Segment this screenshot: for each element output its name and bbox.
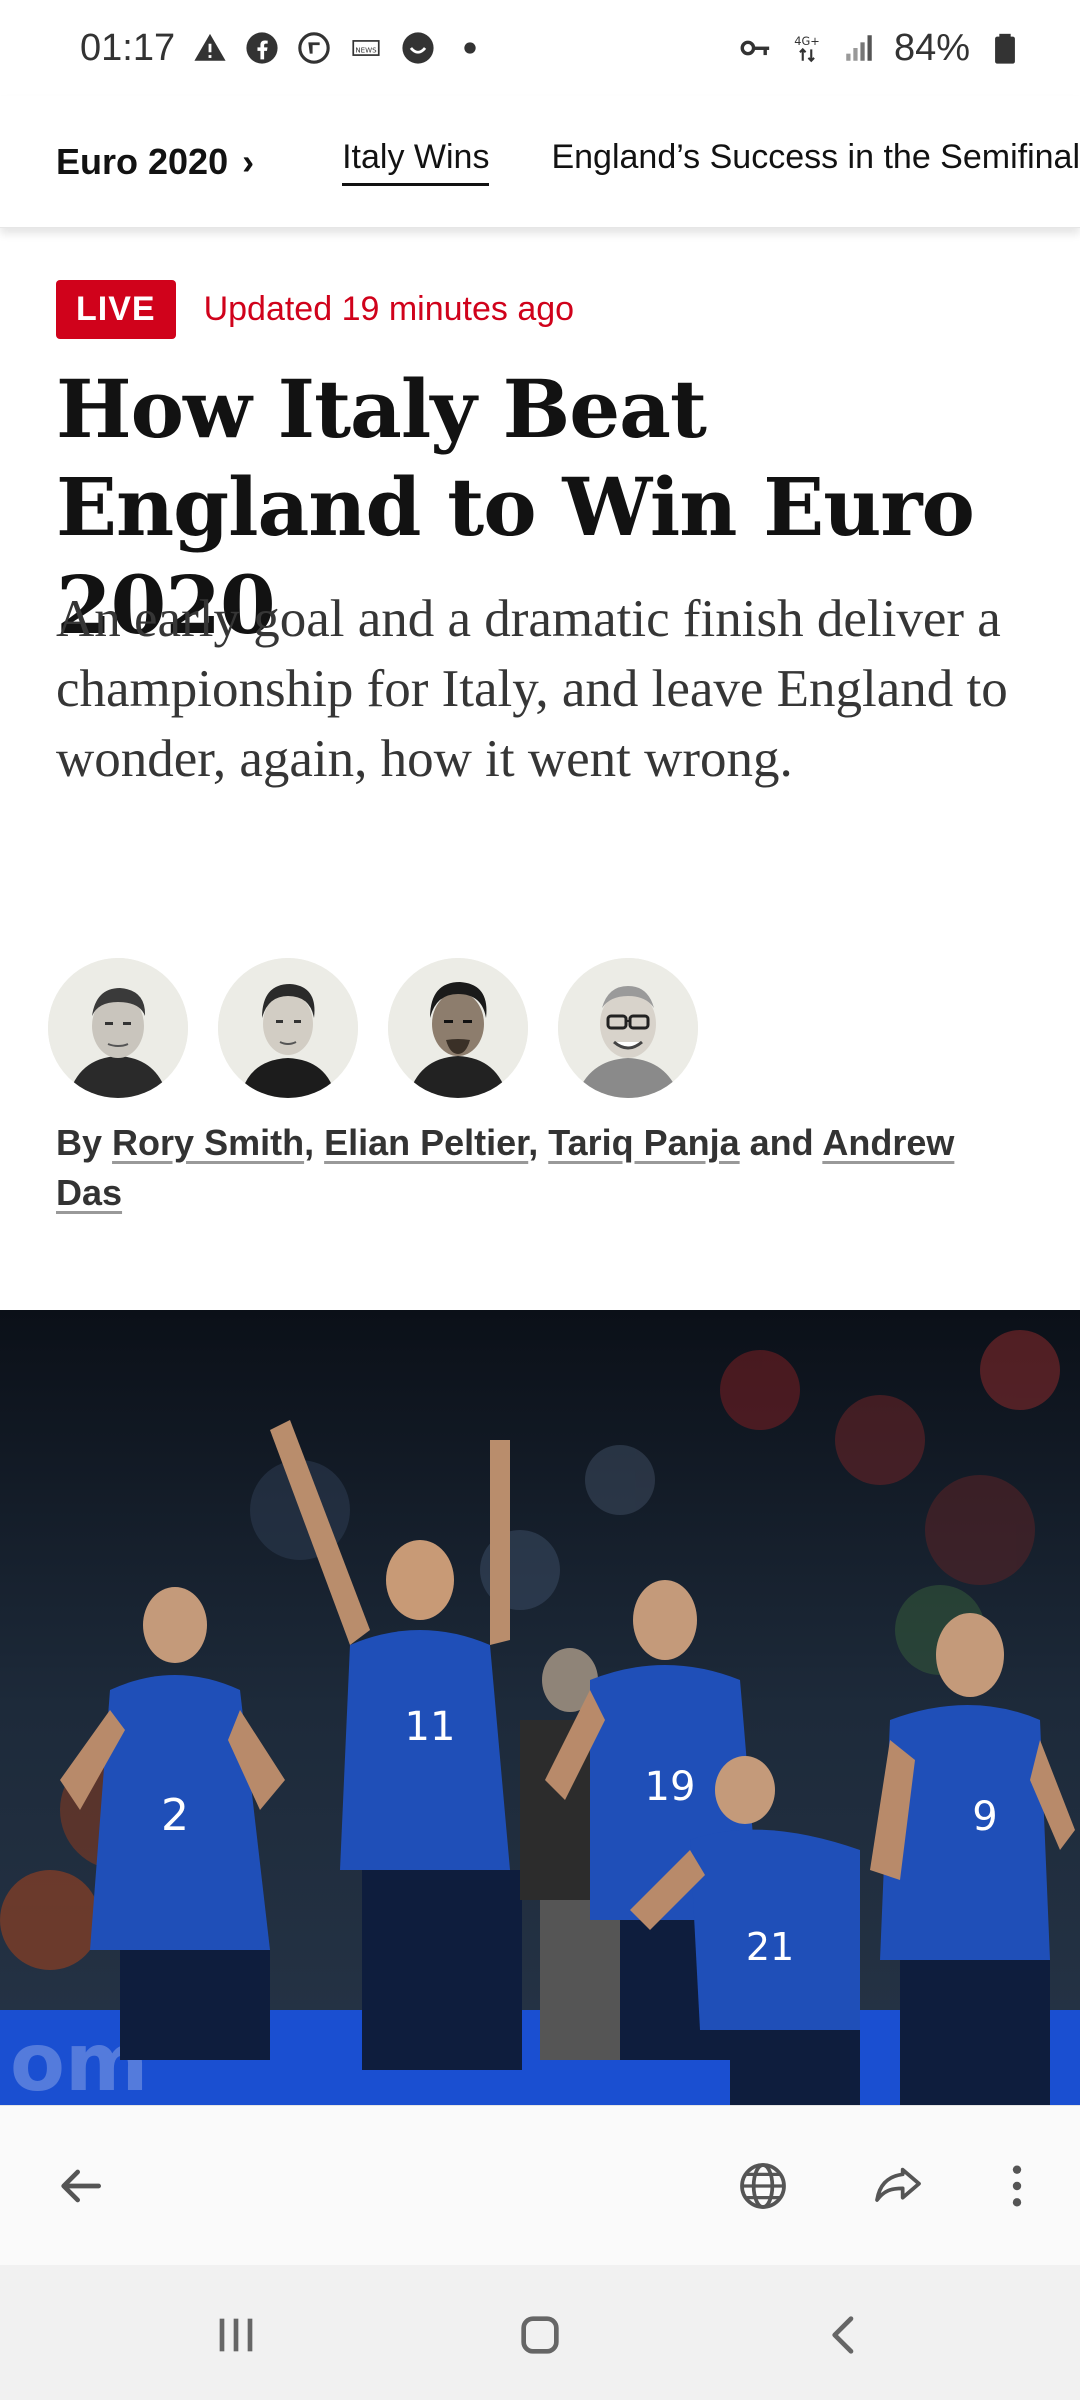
svg-text:11: 11 [405, 1704, 456, 1750]
network-type-icon: 4G+ [790, 31, 824, 65]
author-avatars [48, 958, 698, 1098]
back-icon[interactable] [814, 2305, 874, 2365]
chevron-right-icon: › [242, 140, 255, 182]
byline-separator: , [304, 1122, 315, 1163]
globe-icon[interactable] [733, 2156, 793, 2216]
back-arrow-icon[interactable] [50, 2156, 110, 2216]
avatar-rory-smith[interactable] [48, 958, 188, 1098]
status-left: 01:17 NEWS [80, 27, 487, 70]
svg-text:9: 9 [972, 1794, 997, 1840]
author-link-rory-smith[interactable]: Rory Smith [112, 1122, 304, 1163]
avatar-tariq-panja[interactable] [388, 958, 528, 1098]
svg-text:4G+: 4G+ [794, 34, 819, 48]
recent-apps-icon[interactable] [206, 2305, 266, 2365]
author-link-tariq-panja[interactable]: Tariq Panja [548, 1122, 739, 1163]
svg-text:21: 21 [746, 1925, 794, 1969]
byline-prefix: By [56, 1122, 103, 1163]
battery-percent: 84% [893, 26, 970, 69]
section-nav: Euro 2020 › Italy Wins England’s Success… [0, 96, 1080, 228]
updated-timestamp: Updated 19 minutes ago [203, 290, 575, 328]
hero-image[interactable]: om 2 11 19 21 9 [0, 1310, 1080, 2105]
dot-icon [453, 31, 487, 65]
byline-separator: , [528, 1122, 539, 1163]
live-row: LIVE Updated 19 minutes ago [56, 280, 574, 339]
live-badge: LIVE [56, 280, 176, 339]
share-icon[interactable] [868, 2156, 928, 2216]
news-icon: NEWS [349, 31, 383, 65]
tab-englands-success[interactable]: England’s Success in the Semifinal [551, 138, 1080, 185]
svg-text:2: 2 [161, 1790, 189, 1841]
author-link-elian-peltier[interactable]: Elian Peltier [324, 1122, 528, 1163]
byline: By Rory Smith, Elian Peltier, Tariq Panj… [56, 1118, 996, 1218]
status-bar: 01:17 NEWS 4G+ 84% [0, 0, 1080, 96]
facebook-icon [245, 31, 279, 65]
more-vert-icon[interactable] [987, 2156, 1047, 2216]
status-right: 4G+ 84% [738, 27, 1022, 70]
browser-toolbar [0, 2105, 1080, 2265]
warning-icon [193, 31, 227, 65]
status-time: 01:17 [80, 26, 176, 69]
svg-text:19: 19 [645, 1764, 696, 1810]
messenger-icon [401, 31, 435, 65]
system-nav-bar [0, 2265, 1080, 2400]
news-app-icon [297, 31, 331, 65]
signal-icon [842, 31, 876, 65]
home-icon[interactable] [510, 2305, 570, 2365]
section-link-euro-2020[interactable]: Euro 2020 › [56, 141, 254, 183]
article-summary: An early goal and a dramatic finish deli… [56, 590, 1008, 788]
battery-icon [988, 31, 1022, 65]
avatar-andrew-das[interactable] [558, 958, 698, 1098]
svg-text:NEWS: NEWS [355, 45, 377, 54]
avatar-elian-peltier[interactable] [218, 958, 358, 1098]
vpn-key-icon [738, 31, 772, 65]
byline-and: and [749, 1122, 814, 1163]
tab-italy-wins[interactable]: Italy Wins [342, 138, 490, 186]
section-label: Euro 2020 [56, 140, 229, 182]
